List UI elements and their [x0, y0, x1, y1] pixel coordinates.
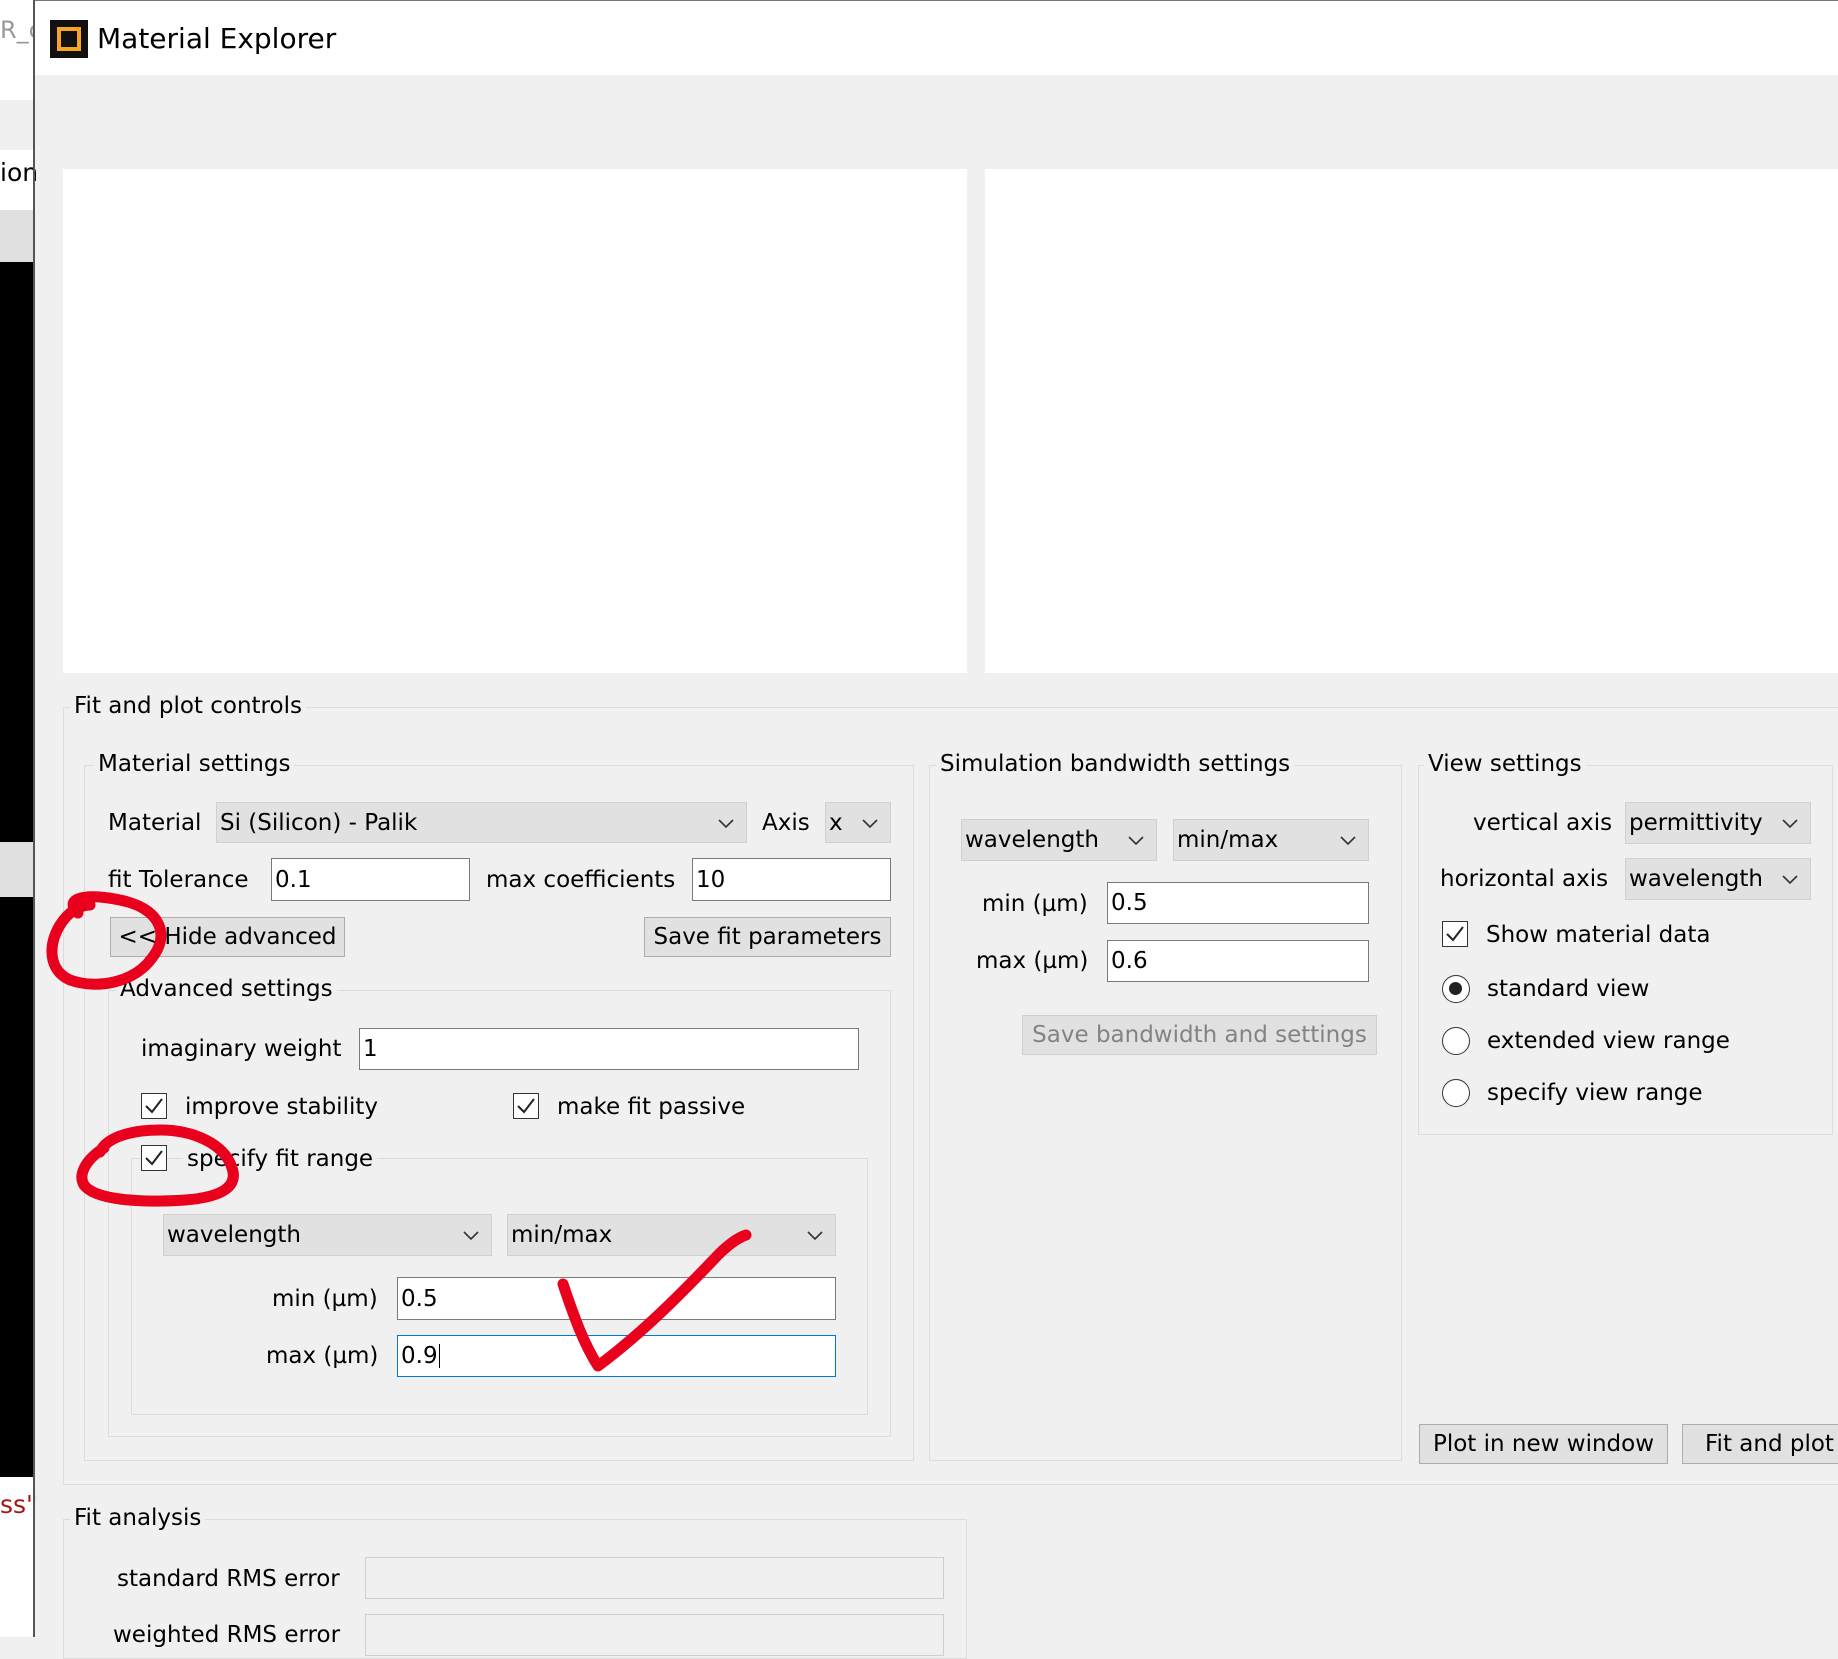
circle-annotation-fit-range	[76, 1124, 239, 1207]
checkmark-annotation	[557, 1229, 752, 1372]
red-annotations	[46, 891, 752, 1372]
circle-annotation-hide-advanced	[46, 891, 167, 990]
